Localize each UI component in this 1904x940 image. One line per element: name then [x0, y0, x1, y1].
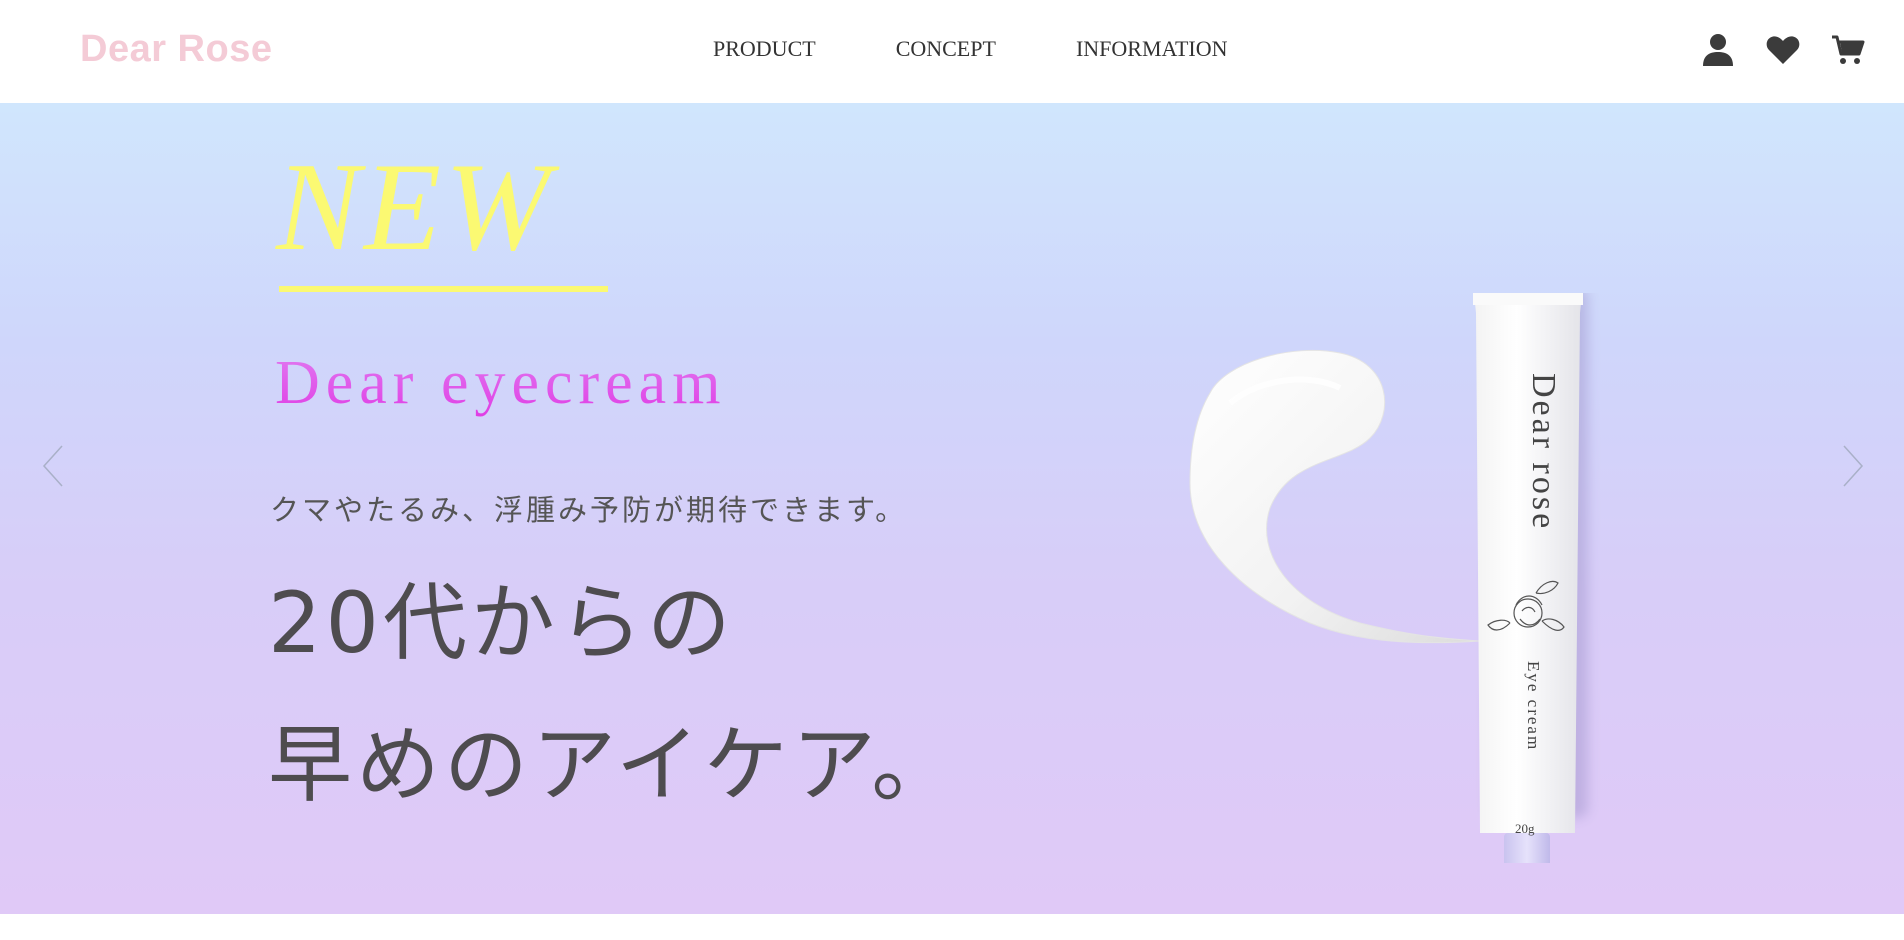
tube-type-label: Eye cream: [1524, 661, 1543, 752]
user-icon[interactable]: [1698, 30, 1738, 70]
new-badge-underline: [279, 286, 608, 292]
new-badge: NEW: [276, 138, 554, 277]
hero-headline-line2: 早めのアイケア。: [268, 716, 960, 814]
site-header: Dear Rose PRODUCT CONCEPT INFORMATION: [0, 0, 1904, 103]
cart-icon[interactable]: [1828, 30, 1868, 70]
slider-next-arrow[interactable]: [1832, 436, 1872, 496]
tube-brand-label: Dear rose: [1525, 373, 1562, 532]
hero-slider: NEW Dear eyecream クマやたるみ、浮腫み予防が期待できます。 2…: [0, 103, 1904, 914]
hero-subtitle: クマやたるみ、浮腫み予防が期待できます。: [270, 493, 908, 527]
page-bottom-strip: [0, 914, 1904, 940]
product-title: Dear eyecream: [275, 349, 727, 417]
header-actions: [0, 30, 1904, 70]
tube-weight-label: 20g: [1515, 821, 1535, 836]
slider-prev-arrow[interactable]: [34, 436, 74, 496]
heart-icon[interactable]: [1763, 30, 1803, 70]
product-visual: Dear rose Eye cream 20g: [1170, 281, 1630, 914]
hero-headline-line1: 20代からの: [268, 574, 735, 672]
